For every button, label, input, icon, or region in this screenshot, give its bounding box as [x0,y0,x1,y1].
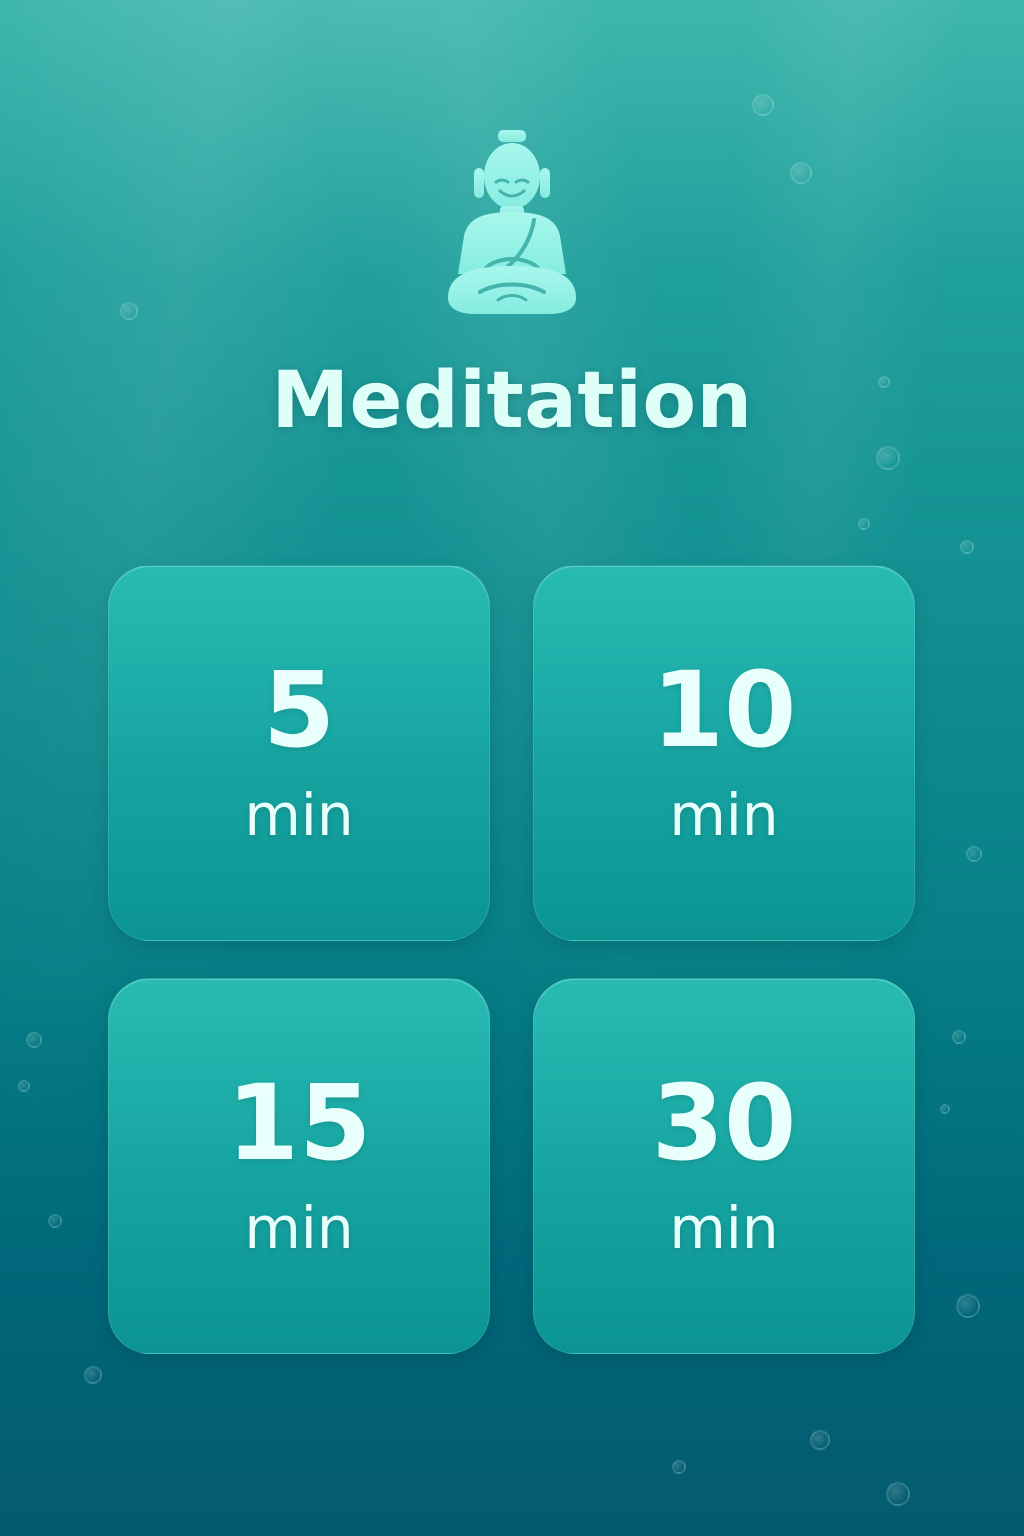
bubble [966,846,982,862]
bubble [886,1482,910,1506]
bubble [48,1214,62,1228]
bubble [672,1460,686,1474]
bubble [952,1030,966,1044]
bubble [810,1430,830,1450]
duration-grid: 5 min 10 min 15 min 30 min [108,565,916,1355]
meditating-buddha-icon [438,124,586,316]
bubble [790,162,812,184]
duration-value: 5 [262,649,336,771]
bubble [960,540,974,554]
bubble [18,1080,30,1092]
bubble [120,302,138,320]
duration-unit: min [244,1194,354,1262]
duration-button-5[interactable]: 5 min [108,565,490,941]
page-title: Meditation [271,356,753,446]
duration-button-30[interactable]: 30 min [533,978,915,1354]
bubble [876,446,900,470]
bubble [858,518,870,530]
bubble [752,94,774,116]
bubble [26,1032,42,1048]
bubble [84,1366,102,1384]
duration-unit: min [669,781,779,849]
duration-button-15[interactable]: 15 min [108,978,490,1354]
duration-value: 15 [226,1062,372,1184]
duration-value: 10 [651,649,797,771]
duration-unit: min [669,1194,779,1262]
bubble [940,1104,950,1114]
bubble [956,1294,980,1318]
duration-unit: min [244,781,354,849]
duration-button-10[interactable]: 10 min [533,565,915,941]
duration-value: 30 [651,1062,797,1184]
